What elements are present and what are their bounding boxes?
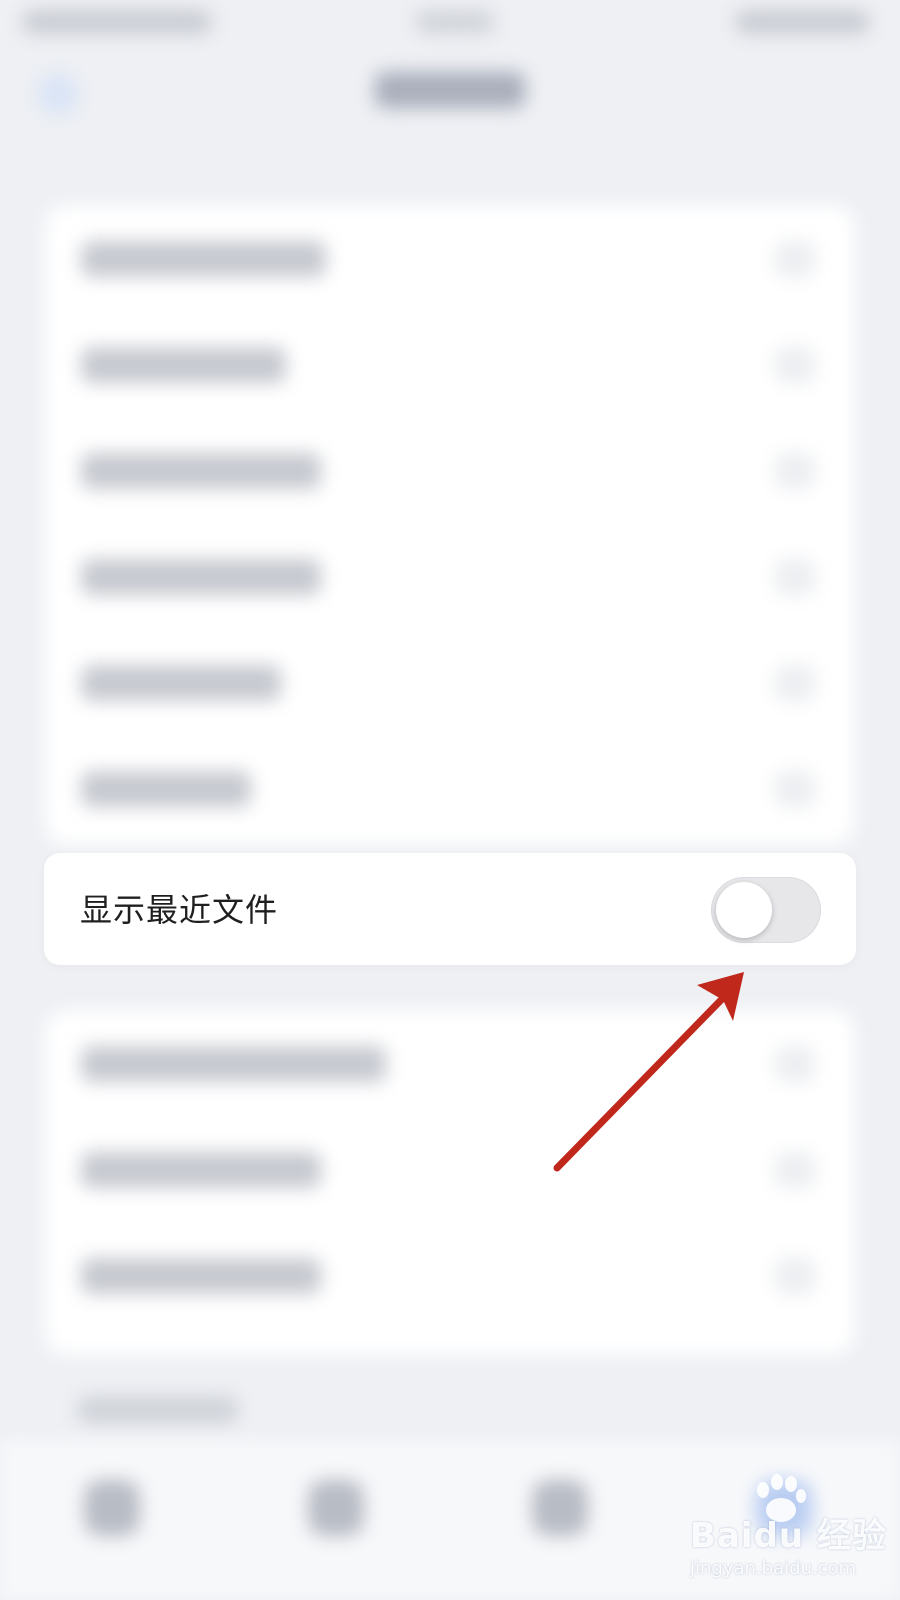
baidu-logo-text: Baidu 经验 bbox=[690, 1516, 887, 1556]
baidu-url-text: jingyan.baidu.com bbox=[690, 1558, 857, 1579]
baidu-watermark: Baidu 经验 jingyan.baidu.com bbox=[690, 1474, 890, 1595]
pointer-arrow-icon bbox=[553, 972, 744, 1172]
